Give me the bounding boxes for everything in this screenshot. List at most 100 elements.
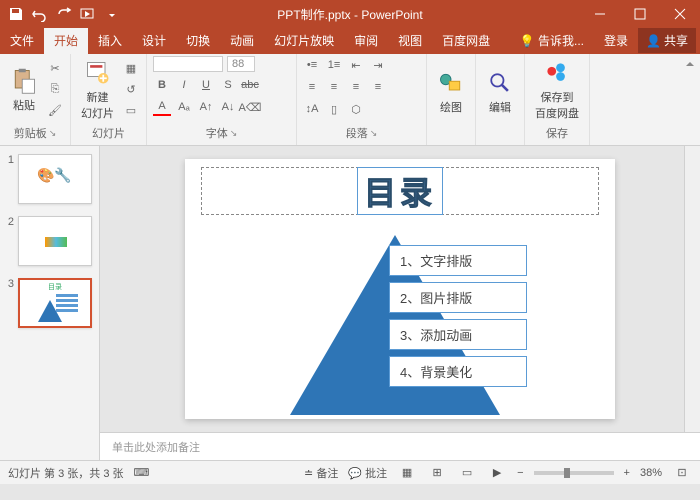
slides-group-label: 幻灯片 (92, 125, 125, 141)
align-right-icon[interactable]: ≡ (347, 78, 365, 96)
font-color-button[interactable]: A (153, 98, 171, 116)
share-label: 共享 (664, 32, 688, 49)
fit-to-window-icon[interactable]: ⊡ (672, 464, 692, 482)
thumbnail-item[interactable]: 1 🎨🔧 (4, 154, 95, 204)
vertical-scrollbar[interactable] (684, 146, 700, 432)
collapse-ribbon-icon[interactable] (680, 54, 700, 145)
comments-toggle[interactable]: 💬 批注 (348, 465, 387, 481)
font-size-selector[interactable]: 88 (227, 56, 255, 72)
quick-access-toolbar (0, 6, 120, 22)
notes-toggle[interactable]: ≐ 备注 (304, 465, 338, 481)
drawing-button[interactable]: 绘图 (433, 67, 469, 117)
section-icon[interactable]: ▭ (122, 102, 140, 120)
strikethrough-button[interactable]: abc (241, 76, 259, 94)
redo-icon[interactable] (56, 6, 72, 22)
window-controls (580, 0, 700, 28)
shadow-button[interactable]: S (219, 76, 237, 94)
italic-button[interactable]: I (175, 76, 193, 94)
zoom-level[interactable]: 38% (640, 467, 662, 479)
dialog-launcher-icon[interactable]: ↘ (49, 128, 57, 139)
thumbnail-item[interactable]: 2 (4, 216, 95, 266)
titlebar: PPT制作.pptx - PowerPoint (0, 0, 700, 28)
font-family-selector[interactable] (153, 56, 223, 72)
tab-design[interactable]: 设计 (132, 27, 176, 54)
bullets-icon[interactable]: •≡ (303, 56, 321, 74)
dialog-launcher-icon[interactable]: ↘ (230, 128, 238, 139)
toc-item[interactable]: 3、添加动画 (389, 319, 527, 350)
clipboard-group-label: 剪贴板 (14, 125, 47, 141)
reading-view-icon[interactable]: ▭ (457, 464, 477, 482)
ribbon-group-paragraph: •≡ 1≡ ⇤ ⇥ ≡ ≡ ≡ ≡ ↕A ▯ ⬡ 段落↘ (297, 54, 427, 145)
copy-icon[interactable]: ⎘ (46, 81, 64, 99)
new-slide-button[interactable]: 新建 幻灯片 (77, 57, 118, 123)
new-slide-label: 新建 幻灯片 (81, 89, 114, 121)
ribbon-group-save: 保存到 百度网盘 保存 (525, 54, 590, 145)
person-icon: 👤 (646, 34, 661, 48)
reset-icon[interactable]: ↺ (122, 81, 140, 99)
text-direction-icon[interactable]: ↕A (303, 100, 321, 118)
tab-insert[interactable]: 插入 (88, 27, 132, 54)
tell-me[interactable]: 💡 告诉我... (510, 27, 594, 54)
tab-home[interactable]: 开始 (44, 27, 88, 54)
signin-link[interactable]: 登录 (594, 27, 638, 54)
decrease-font-icon[interactable]: A↓ (219, 98, 237, 116)
tab-review[interactable]: 审阅 (344, 27, 388, 54)
increase-font-icon[interactable]: A↑ (197, 98, 215, 116)
language-indicator[interactable]: ⌨ (134, 466, 150, 479)
zoom-in-button[interactable]: + (624, 467, 630, 479)
minimize-button[interactable] (580, 0, 620, 28)
toc-item[interactable]: 2、图片排版 (389, 282, 527, 313)
normal-view-icon[interactable]: ▦ (397, 464, 417, 482)
justify-icon[interactable]: ≡ (369, 78, 387, 96)
title-placeholder[interactable]: 目录 (201, 167, 599, 215)
format-painter-icon[interactable]: 🖌 (46, 102, 64, 120)
bold-button[interactable]: B (153, 76, 171, 94)
cut-icon[interactable]: ✂ (46, 60, 64, 78)
align-left-icon[interactable]: ≡ (303, 78, 321, 96)
clear-format-icon[interactable]: A⌫ (241, 98, 259, 116)
underline-button[interactable]: U (197, 76, 215, 94)
indent-decrease-icon[interactable]: ⇤ (347, 56, 365, 74)
paste-button[interactable]: 粘贴 (6, 65, 42, 115)
thumbnail-item[interactable]: 3 目录 (4, 278, 95, 328)
slideshow-view-icon[interactable]: ▶ (487, 464, 507, 482)
ribbon-group-slides: 新建 幻灯片 ▦ ↺ ▭ 幻灯片 (71, 54, 147, 145)
paragraph-group-label: 段落 (346, 125, 368, 141)
toc-item[interactable]: 4、背景美化 (389, 356, 527, 387)
indent-increase-icon[interactable]: ⇥ (369, 56, 387, 74)
align-text-icon[interactable]: ▯ (325, 100, 343, 118)
numbering-icon[interactable]: 1≡ (325, 56, 343, 74)
tab-view[interactable]: 视图 (388, 27, 432, 54)
slide-canvas-area[interactable]: 目录 1、文字排版 2、图片排版 3、添加动画 4、背景美化 (100, 146, 700, 432)
char-spacing-icon[interactable]: Aₐ (175, 98, 193, 116)
paste-label: 粘贴 (13, 97, 35, 113)
editing-button[interactable]: 编辑 (482, 67, 518, 117)
tab-transitions[interactable]: 切换 (176, 27, 220, 54)
editor-area: 目录 1、文字排版 2、图片排版 3、添加动画 4、背景美化 单击此处添加备注 (100, 146, 700, 460)
tab-baidu[interactable]: 百度网盘 (432, 27, 500, 54)
sorter-view-icon[interactable]: ⊞ (427, 464, 447, 482)
thumbnail-preview (18, 216, 92, 266)
layout-icon[interactable]: ▦ (122, 60, 140, 78)
smartart-icon[interactable]: ⬡ (347, 100, 365, 118)
save-baidu-button[interactable]: 保存到 百度网盘 (531, 57, 583, 123)
toc-item[interactable]: 1、文字排版 (389, 245, 527, 276)
zoom-slider[interactable] (534, 471, 614, 475)
ribbon: 粘贴 ✂ ⎘ 🖌 剪贴板↘ 新建 幻灯片 ▦ ↺ ▭ 幻灯片 (0, 54, 700, 146)
share-button[interactable]: 👤共享 (638, 28, 696, 53)
close-button[interactable] (660, 0, 700, 28)
save-icon[interactable] (8, 6, 24, 22)
tab-animations[interactable]: 动画 (220, 27, 264, 54)
start-from-beginning-icon[interactable] (80, 6, 96, 22)
tab-file[interactable]: 文件 (0, 27, 44, 54)
workspace: 1 🎨🔧 2 3 目录 (0, 146, 700, 460)
zoom-out-button[interactable]: − (517, 467, 523, 479)
maximize-button[interactable] (620, 0, 660, 28)
tab-slideshow[interactable]: 幻灯片放映 (264, 27, 344, 54)
undo-icon[interactable] (32, 6, 48, 22)
dialog-launcher-icon[interactable]: ↘ (370, 128, 378, 139)
qat-dropdown-icon[interactable] (104, 6, 120, 22)
align-center-icon[interactable]: ≡ (325, 78, 343, 96)
notes-pane[interactable]: 单击此处添加备注 (100, 432, 700, 460)
toc-list: 1、文字排版 2、图片排版 3、添加动画 4、背景美化 (389, 245, 527, 393)
